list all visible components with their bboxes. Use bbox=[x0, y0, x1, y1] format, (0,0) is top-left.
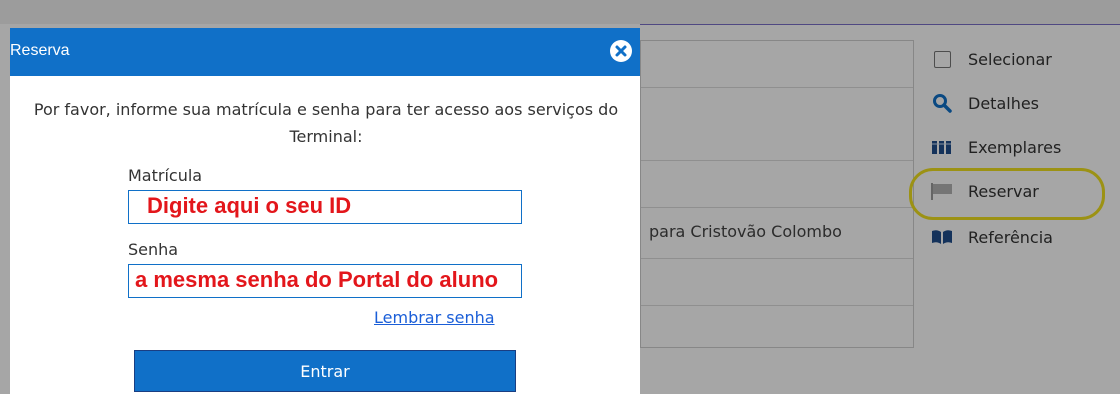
senha-input[interactable]: a mesma senha do Portal do aluno bbox=[128, 264, 522, 298]
dialog-header: Reserva bbox=[10, 28, 640, 76]
matricula-input[interactable]: Digite aqui o seu ID bbox=[128, 190, 522, 224]
forgot-password-link[interactable]: Lembrar senha bbox=[374, 308, 495, 327]
matricula-label: Matrícula bbox=[128, 166, 203, 185]
reserve-dialog: Reserva Por favor, informe sua matrícula… bbox=[10, 28, 640, 394]
senha-label: Senha bbox=[128, 240, 179, 259]
close-icon[interactable] bbox=[610, 40, 632, 62]
dialog-title: Reserva bbox=[10, 42, 70, 59]
top-bar bbox=[0, 0, 1120, 24]
dialog-message: Por favor, informe sua matrícula e senha… bbox=[33, 100, 619, 146]
senha-value: a mesma senha do Portal do aluno bbox=[135, 267, 499, 292]
matricula-value: Digite aqui o seu ID bbox=[147, 193, 352, 218]
enter-button[interactable]: Entrar bbox=[134, 350, 516, 392]
